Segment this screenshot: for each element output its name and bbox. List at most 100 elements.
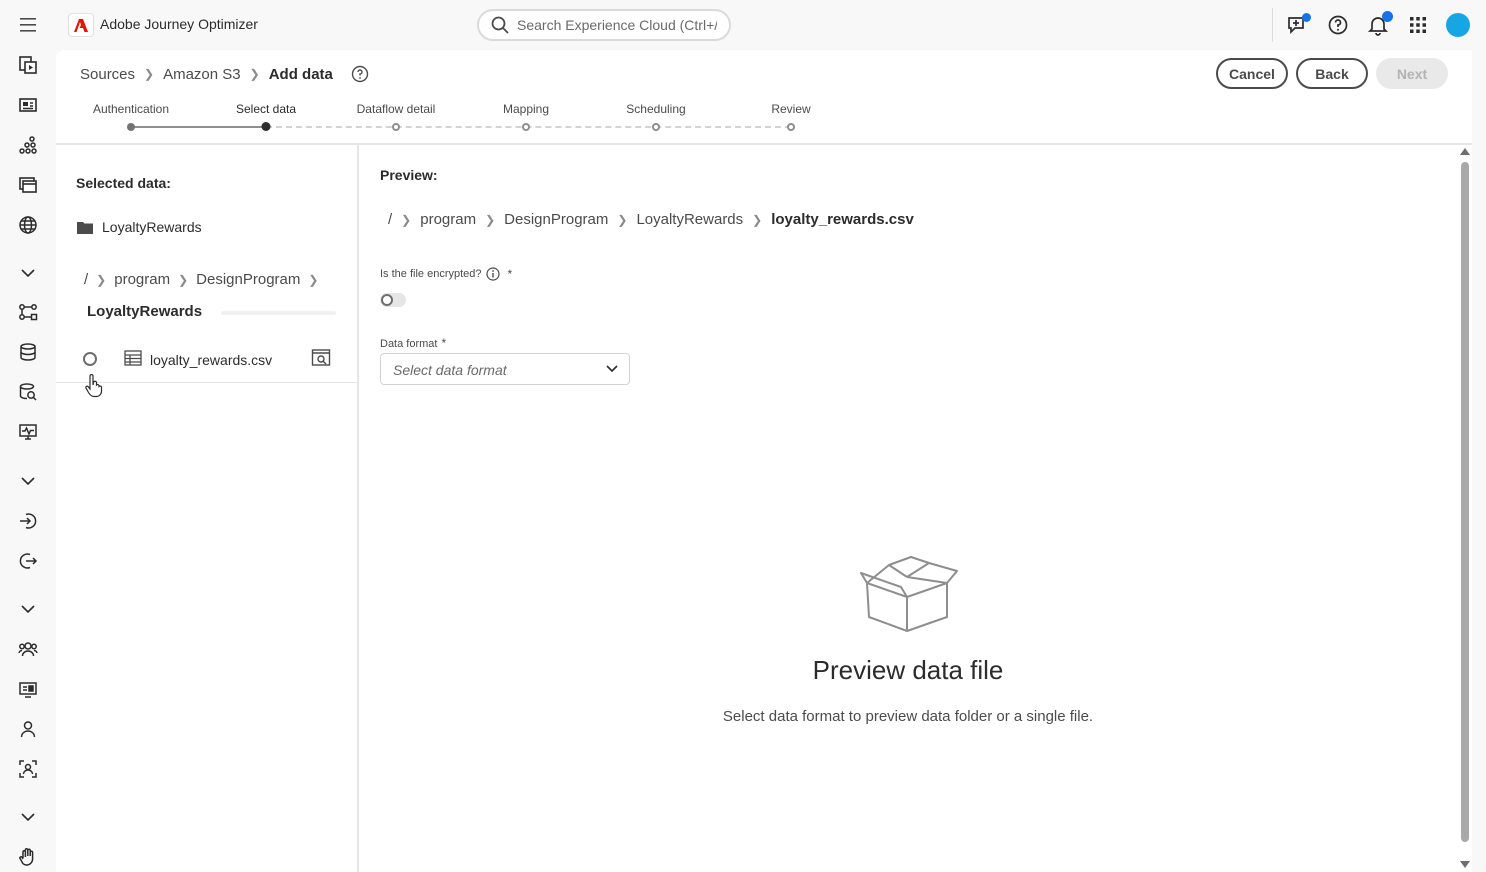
chevron-right-icon: ❯ [249,67,260,81]
apps-grid-icon[interactable] [1406,13,1430,37]
datasets-icon[interactable] [16,340,40,364]
file-name[interactable]: loyalty_rewards.csv [150,352,272,368]
campaign-icon[interactable] [16,53,40,77]
sources-icon[interactable] [16,509,40,533]
top-bar: Adobe Journey Optimizer [0,0,1486,50]
step-mapping-dot [522,123,530,131]
preview-file-icon[interactable] [311,348,331,368]
help-icon[interactable] [351,65,369,83]
preview-path-program: program [420,211,477,228]
step-dataflow-detail-label: Dataflow detail [356,102,436,116]
next-button[interactable]: Next [1376,58,1448,89]
collapse-icon[interactable] [16,261,40,285]
preview-title: Preview: [380,167,438,183]
file-browser-pane: Selected data: LoyaltyRewards / ❯ progra… [56,145,359,872]
content-icon[interactable] [16,93,40,117]
user-avatar[interactable] [1446,13,1470,37]
breadcrumb-amazon-s3[interactable]: Amazon S3 [163,66,241,83]
step-review-dot [787,123,795,131]
collapse-icon[interactable] [16,597,40,621]
globe-icon[interactable] [16,213,40,237]
adobe-logo-icon [74,18,88,32]
hand-cursor-icon [85,374,103,398]
chevron-right-icon: ❯ [144,67,155,81]
wizard-steps: Authentication Select data Dataflow deta… [80,102,820,142]
journeys-icon[interactable] [16,300,40,324]
scroll-thumb[interactable] [1461,162,1469,842]
notifications-badge [1382,11,1393,22]
encrypted-toggle[interactable] [380,293,406,307]
privacy-icon[interactable] [16,845,40,869]
scroll-up-arrow[interactable] [1460,148,1470,155]
vertical-scrollbar[interactable] [1458,145,1472,872]
empty-state-title-text: Preview data file [812,655,1004,685]
step-select-data-dot[interactable] [261,122,271,131]
monitoring-icon[interactable] [16,420,40,444]
chevron-right-icon: ❯ [485,212,496,227]
step-dataflow-detail-dot [392,123,400,131]
main-panel: Sources ❯ Amazon S3 ❯ Add data Cancel Ba… [56,50,1472,872]
destinations-icon[interactable] [16,549,40,573]
help-icon[interactable] [1326,13,1350,37]
path-divider [221,311,336,315]
preview-path-designprogram: DesignProgram [504,211,609,228]
table-file-icon [124,350,142,366]
app-title[interactable]: Adobe Journey Optimizer [100,16,258,32]
required-asterisk: * [507,267,513,281]
step-line-done [131,126,266,128]
info-icon[interactable] [485,267,500,281]
preview-pane: Preview: / ❯ program ❯ DesignProgram ❯ L… [359,145,1459,872]
chevron-right-icon: ❯ [96,272,107,287]
chevron-down-icon [606,365,618,373]
path-designprogram[interactable]: DesignProgram [196,271,300,288]
breadcrumb: Sources ❯ Amazon S3 ❯ Add data [80,65,369,83]
chevron-right-icon: ❯ [308,272,319,287]
file-radio[interactable] [83,352,97,366]
data-format-label-text: Data format [380,338,438,350]
left-rail [0,50,56,872]
search-icon [491,16,509,34]
path-program[interactable]: program [114,271,170,288]
queries-icon[interactable] [16,380,40,404]
audiences-icon[interactable] [16,637,40,661]
selected-data-title: Selected data: [76,175,171,191]
selected-folder-name: LoyaltyRewards [102,219,202,235]
step-select-data-label: Select data [235,102,297,116]
step-mapping-label: Mapping [502,102,550,116]
step-authentication-label: Authentication [92,102,170,116]
chevron-right-icon: ❯ [617,212,628,227]
menu-icon[interactable] [16,15,40,35]
offers-icon[interactable] [16,678,40,702]
data-format-placeholder: Select data format [393,362,507,378]
step-review-label: Review [771,102,811,116]
collapse-icon[interactable] [16,469,40,493]
cancel-button[interactable]: Cancel [1216,58,1288,89]
scroll-down-arrow[interactable] [1460,861,1470,868]
preview-path-root: / [388,211,393,228]
breadcrumb-sources[interactable]: Sources [80,66,135,83]
step-scheduling-label: Scheduling [626,102,686,116]
data-format-select[interactable]: Select data format [380,353,630,385]
selected-folder: LoyaltyRewards [76,219,202,235]
chevron-right-icon: ❯ [752,212,763,227]
preview-path: / ❯ program ❯ DesignProgram ❯ LoyaltyRew… [388,211,914,228]
collapse-icon[interactable] [16,805,40,829]
empty-state-subtitle-text: Select data format to preview data folde… [722,708,1094,725]
adobe-logo[interactable] [68,13,94,37]
path-current-folder: LoyaltyRewards [87,303,203,320]
search-box[interactable] [477,9,731,41]
identities-icon[interactable] [16,757,40,781]
templates-icon[interactable] [16,173,40,197]
folder-icon [77,221,93,234]
preview-path-loyaltyrewards: LoyaltyRewards [636,211,744,228]
chevron-right-icon: ❯ [401,212,412,227]
chevron-right-icon: ❯ [178,272,189,287]
profiles-icon[interactable] [16,717,40,741]
step-authentication-dot[interactable] [127,123,135,131]
search-input[interactable] [517,17,717,33]
empty-box-illustration [860,556,958,632]
back-button[interactable]: Back [1296,58,1368,89]
step-scheduling-dot [652,123,660,131]
path-root[interactable]: / [84,271,88,288]
segments-icon[interactable] [16,133,40,157]
